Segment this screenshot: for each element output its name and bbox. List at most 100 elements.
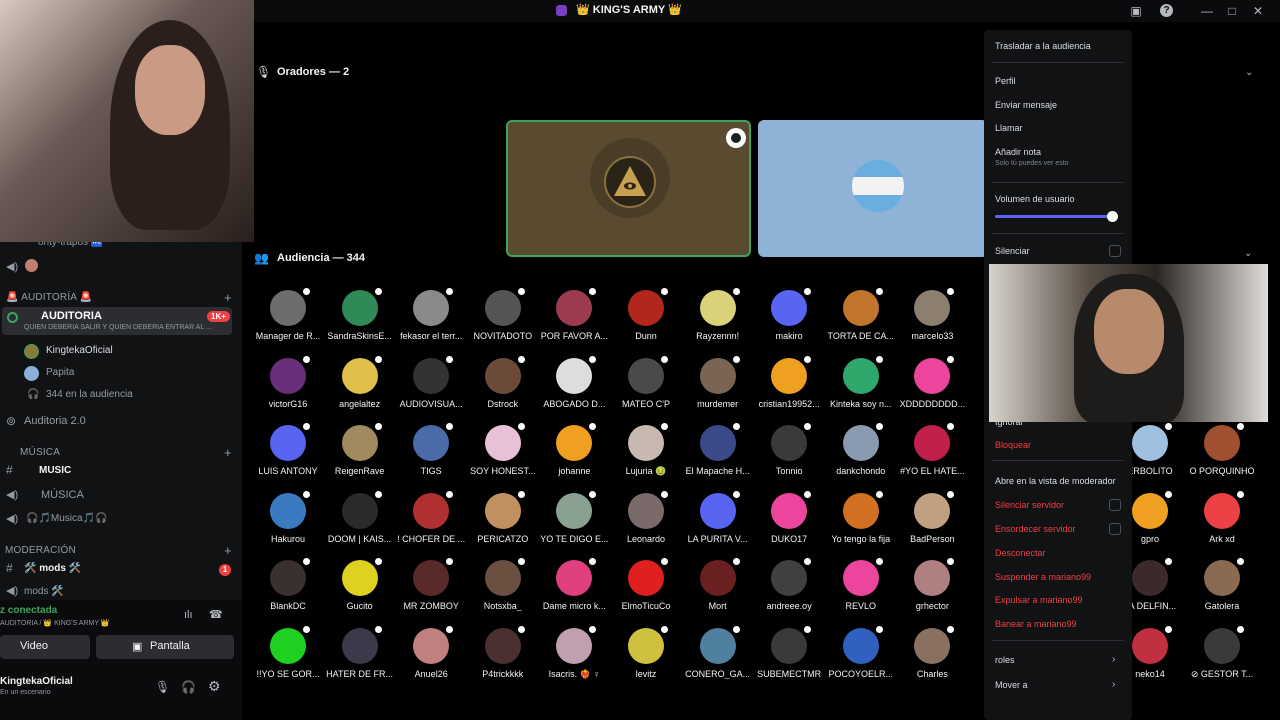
audience-member[interactable]: HATER DE FR... <box>324 623 396 679</box>
menu-move-to-audience[interactable]: Trasladar a la audiencia <box>995 41 1091 51</box>
audience-member[interactable]: NOVITADOTO <box>467 286 539 341</box>
speaker-tile[interactable] <box>758 120 988 257</box>
channel-musica2[interactable]: 🎧🎵Musica🎵🎧 <box>26 513 107 524</box>
menu-send-message[interactable]: Enviar mensaje <box>995 100 1057 110</box>
category-musica[interactable]: MÚSICA <box>20 447 60 458</box>
audience-member[interactable]: Kinteka soy n... <box>825 353 897 409</box>
audience-member[interactable]: ElmoTicuCo <box>610 556 682 611</box>
menu-block[interactable]: Bloquear <box>995 440 1031 450</box>
voice-location[interactable]: AUDITORIA / 👑 KING'S ARMY 👑 <box>0 619 110 627</box>
audience-member[interactable]: andreee.oy <box>753 556 825 611</box>
chevron-down-icon[interactable]: ⌄ <box>1245 67 1253 78</box>
menu-move-to[interactable]: Mover a <box>995 680 1028 690</box>
disconnect-icon[interactable]: ☎ <box>209 608 223 621</box>
audience-member[interactable]: SandraSkinsE... <box>324 286 396 341</box>
category-moderacion[interactable]: MODERACIÓN <box>5 545 76 556</box>
audience-member[interactable]: dankchondo <box>825 421 897 476</box>
audience-member[interactable]: Mort <box>682 556 754 611</box>
audience-member[interactable]: Gatolera <box>1186 556 1258 611</box>
add-channel-icon[interactable]: + <box>224 290 232 305</box>
minimize-icon[interactable]: — <box>1199 3 1215 19</box>
audience-member[interactable]: ! CHOFER DE ... <box>395 488 467 544</box>
menu-ban[interactable]: Banear a mariano99 <box>995 619 1077 629</box>
audience-member[interactable]: victorG16 <box>252 353 324 409</box>
menu-suspend[interactable]: Suspender a mariano99 <box>995 572 1091 582</box>
audience-member[interactable]: !!YO SE GOR... <box>252 623 324 679</box>
inbox-icon[interactable]: ▣ <box>1128 3 1144 19</box>
audience-member[interactable]: murdemer <box>682 353 754 409</box>
audience-member[interactable]: Gucito <box>324 556 396 611</box>
menu-server-mute[interactable]: Silenciar servidor <box>995 500 1064 510</box>
audience-member[interactable]: CONERO_GA... <box>682 623 754 679</box>
volume-slider[interactable] <box>995 211 1118 222</box>
audience-member[interactable]: Isacris. ❤️‍🔥 ♀ <box>538 623 610 680</box>
audience-member[interactable]: ⊘ GESTOR T... <box>1186 623 1258 680</box>
audience-member[interactable]: Ark xd <box>1186 488 1258 544</box>
voice-connected-status[interactable]: z conectada <box>0 605 57 616</box>
channel-mods-voice[interactable]: mods 🛠️ <box>24 586 64 597</box>
menu-add-note[interactable]: Añadir nota <box>995 147 1041 157</box>
chevron-down-icon[interactable]: ⌄ <box>1244 248 1252 259</box>
audience-member[interactable]: grhector <box>896 556 968 611</box>
headphones-icon[interactable]: 🎧 <box>181 680 196 694</box>
audience-member[interactable]: PERICATZO <box>467 488 539 544</box>
audience-member[interactable]: Leonardo <box>610 488 682 544</box>
audience-member[interactable]: LUIS ANTONY <box>252 421 324 476</box>
category-auditoria[interactable]: 🚨 AUDITORÍA 🚨 <box>6 292 92 303</box>
audience-member[interactable]: YO TE DIGO E... <box>538 488 610 544</box>
volume-handle[interactable] <box>1106 211 1118 222</box>
audience-member[interactable]: ReigenRave <box>324 421 396 476</box>
channel-music[interactable]: MUSIC <box>39 465 71 476</box>
audience-member[interactable]: DOOM | KAIS... <box>324 488 396 544</box>
active-stage-channel[interactable]: AUDITORIA 1K+ QUIEN DEBERIA SALIR Y QUIE… <box>2 307 232 335</box>
audience-member[interactable]: Charles <box>896 623 968 679</box>
screen-share-button[interactable]: ▣ Pantalla <box>96 635 234 659</box>
audience-member[interactable]: levitz <box>610 623 682 679</box>
audience-member[interactable]: Dunn <box>610 286 682 341</box>
audience-member[interactable]: Yo tengo la fija <box>825 488 897 544</box>
audience-member[interactable]: P4trickkkk <box>467 623 539 679</box>
audience-member[interactable]: O PORQUINHO <box>1186 421 1258 476</box>
audience-member[interactable]: POCOYOELR... <box>825 623 897 679</box>
audience-member[interactable]: Hakurou <box>252 488 324 544</box>
server-deafen-checkbox[interactable] <box>1109 523 1121 535</box>
signal-icon[interactable]: ılı <box>184 609 193 621</box>
audience-member[interactable]: DUKO17 <box>753 488 825 544</box>
speaker-name[interactable]: KingtekaOficial <box>46 345 113 356</box>
user-name[interactable]: KingtekaOficial <box>0 676 73 687</box>
add-channel-icon[interactable]: + <box>224 543 232 558</box>
menu-call[interactable]: Llamar <box>995 123 1023 133</box>
audience-member[interactable]: Rayzennn! <box>682 286 754 341</box>
gear-icon[interactable]: ⚙ <box>208 678 221 695</box>
close-icon[interactable]: ✕ <box>1250 3 1266 19</box>
audience-member[interactable]: cristian19952... <box>753 353 825 409</box>
microphone-icon[interactable]: 🎙 <box>155 680 170 694</box>
audience-member[interactable]: Manager de R... <box>252 286 324 341</box>
audience-member[interactable]: Dame micro k... <box>538 556 610 611</box>
speaker-name[interactable]: Papita <box>46 367 74 378</box>
audience-member[interactable]: SUBEMECTMR <box>753 623 825 679</box>
menu-profile[interactable]: Perfil <box>995 76 1016 86</box>
audience-member[interactable]: BadPerson <box>896 488 968 544</box>
video-button[interactable]: Video <box>0 635 90 659</box>
help-icon[interactable]: ? <box>1160 4 1173 17</box>
server-mute-checkbox[interactable] <box>1109 499 1121 511</box>
audience-member[interactable]: Anuel26 <box>395 623 467 679</box>
audience-member[interactable]: MR ZOMBOY <box>395 556 467 611</box>
maximize-icon[interactable]: □ <box>1224 3 1240 19</box>
audience-member[interactable]: makiro <box>753 286 825 341</box>
audience-member[interactable]: El Mapache H... <box>682 421 754 476</box>
mute-checkbox[interactable] <box>1109 245 1121 257</box>
audience-member[interactable]: Tonnio <box>753 421 825 476</box>
audience-member[interactable]: johanne <box>538 421 610 476</box>
audience-member[interactable]: TIGS <box>395 421 467 476</box>
channel-auditoria2[interactable]: Auditoria 2.0 <box>24 415 86 427</box>
add-channel-icon[interactable]: + <box>224 445 232 460</box>
audience-member[interactable]: #YO EL HATE... <box>896 421 968 476</box>
audience-member[interactable]: TORTA DE CA... <box>825 286 897 341</box>
audience-member[interactable]: REVLO <box>825 556 897 611</box>
audience-member[interactable]: angelaltez <box>324 353 396 409</box>
audience-member[interactable]: SOY HONEST... <box>467 421 539 476</box>
audience-member[interactable]: Notsxba_ <box>467 556 539 611</box>
channel-mods[interactable]: 🛠️ mods 🛠️ <box>24 563 81 574</box>
